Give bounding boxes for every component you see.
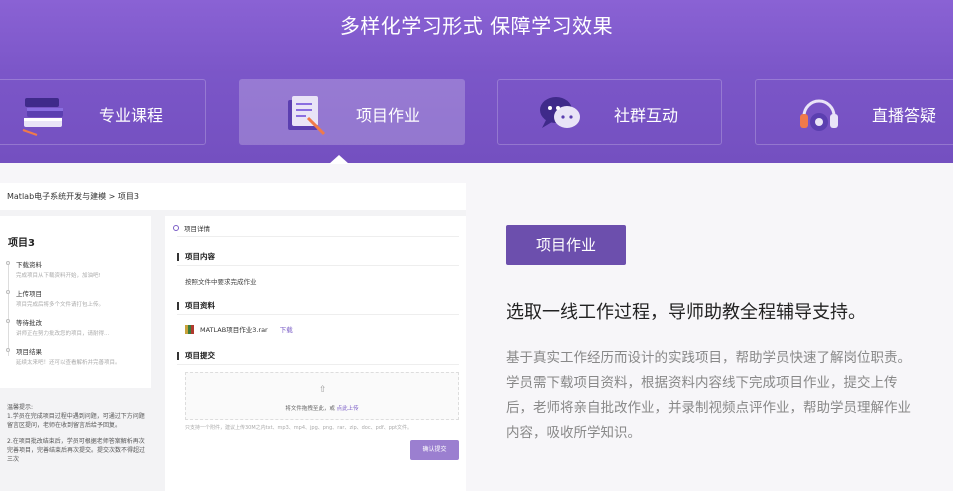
detail-header: 项目详情: [173, 223, 210, 233]
upload-dropzone[interactable]: ⇧ 将文件拖拽至此，或 点此上传: [185, 372, 459, 420]
steps-line: [7, 261, 9, 356]
step-item: 上传项目 项目完成后将多个文件请打包上传。: [16, 288, 104, 308]
feature-title: 选取一线工作过程，导师助教全程辅导支持。: [506, 302, 866, 323]
step-desc: 讲师正在努力批改您的项目，请耐得...: [16, 331, 110, 337]
project-title: 项目3: [8, 238, 35, 249]
section-title: 项目内容: [177, 253, 215, 261]
step-item: 项目结果 延续太来吧！还可以查看解析并完善项目。: [16, 346, 121, 366]
breadcrumb: Matlab电子系统开发与建模 > 项目3: [0, 183, 466, 210]
chat-bubbles-icon: [540, 97, 580, 128]
tip-item: 1.学员在完成项目过程中遇到问题，可通过下方问题留言区提问，老师在收到留言后给予…: [7, 413, 145, 429]
section-title: 项目资料: [177, 302, 215, 310]
tab-label: 直播答疑: [872, 106, 937, 125]
step-dot: [6, 290, 10, 294]
detail-header-label: 项目详情: [184, 225, 210, 233]
step-label: 下载资料: [16, 261, 42, 269]
step-dot: [6, 348, 10, 352]
hero-title: 多样化学习形式 保障学习效果: [339, 14, 614, 38]
file-item: MATLAB项目作业3.rar 下载: [185, 324, 293, 334]
books-icon: [22, 98, 63, 136]
upload-text: 将文件拖拽至此，或 点此上传: [186, 404, 458, 412]
tab-label: 专业课程: [99, 106, 164, 125]
step-desc: 完成项目从下载资料开始，加油吧!: [16, 273, 101, 279]
step-desc: 项目完成后将多个文件请打包上传。: [16, 302, 105, 308]
tab-live-qa[interactable]: 直播答疑: [755, 79, 953, 145]
download-link[interactable]: 下载: [280, 324, 293, 334]
confirm-submit-button[interactable]: 确认提交: [410, 440, 459, 460]
tab-label: 项目作业: [356, 106, 421, 125]
upload-note: 只支持一个附件，建议上传30M之内txt、mp3、mp4、jpg、png、rar…: [185, 425, 413, 431]
headset-icon: [800, 99, 838, 131]
tip-item: 2.在项目批改结束后，学员可根据老师答案解析再次完善项目，完善结束后再次提交。提…: [7, 438, 146, 463]
tips: 温馨提示: 1.学员在完成项目过程中遇到问题，可通过下方问题留言区提问，老师在收…: [7, 403, 147, 464]
tab-courses[interactable]: 专业课程: [0, 79, 206, 145]
step-label: 上传项目: [16, 290, 42, 298]
divider: [177, 236, 459, 237]
step-dot: [6, 261, 10, 265]
divider: [177, 364, 459, 365]
step-desc: 延续太来吧！还可以查看解析并完善项目。: [16, 360, 121, 366]
upload-link[interactable]: 点此上传: [337, 406, 359, 412]
divider: [177, 265, 459, 266]
active-tab-pointer: [329, 155, 349, 164]
circle-icon: [173, 225, 179, 231]
step-item: 等待批改 讲师正在努力批改您的项目，请耐得...: [16, 317, 109, 337]
archive-file-icon: [185, 324, 194, 334]
tab-label: 社群互动: [614, 106, 679, 125]
content-text: 按照文件中要求完成作业: [185, 278, 257, 286]
feature-description: 基于真实工作经历而设计的实践项目，帮助学员快速了解岗位职责。学员需下载项目资料，…: [506, 350, 911, 441]
step-dot: [6, 319, 10, 323]
assignment-icon: [288, 96, 326, 136]
step-label: 项目结果: [16, 348, 42, 356]
tips-title: 温馨提示:: [7, 404, 34, 411]
tab-community[interactable]: 社群互动: [497, 79, 722, 145]
feature-badge: 项目作业: [506, 225, 626, 265]
project-preview-screenshot: Matlab电子系统开发与建模 > 项目3 项目3 下载资料 完成项目从下载资料…: [0, 183, 466, 491]
project-steps-panel: 项目3 下载资料 完成项目从下载资料开始，加油吧! 上传项目 项目完成后将多个文…: [0, 216, 151, 388]
upload-prompt: 将文件拖拽至此，或: [285, 406, 335, 412]
step-item: 下载资料 完成项目从下载资料开始，加油吧!: [16, 259, 101, 279]
step-label: 等待批改: [16, 319, 42, 327]
divider: [177, 314, 459, 315]
hero-banner: 多样化学习形式 保障学习效果 专业课程 项目作业 社群互动 直播答疑: [0, 0, 953, 163]
section-title: 项目提交: [177, 352, 215, 360]
upload-icon: ⇧: [319, 385, 327, 395]
file-name: MATLAB项目作业3.rar: [200, 326, 268, 334]
tab-assignments[interactable]: 项目作业: [239, 79, 465, 145]
